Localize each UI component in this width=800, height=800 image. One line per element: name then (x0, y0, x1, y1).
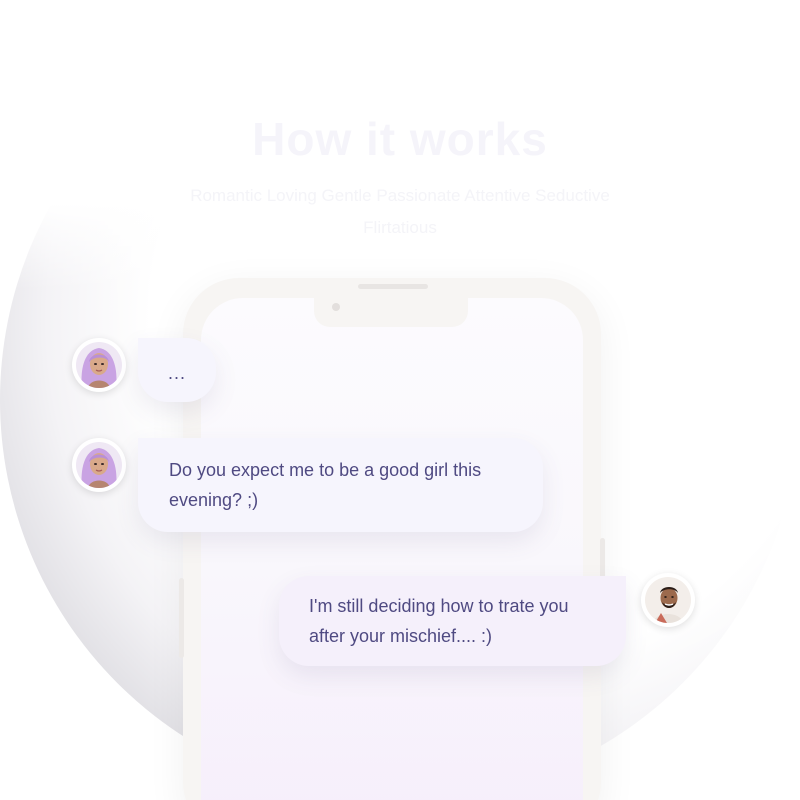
companion-message-bubble: Do you expect me to be a good girl this … (138, 438, 543, 532)
companion-avatar-icon (72, 338, 126, 392)
phone-side-button (179, 578, 184, 658)
phone-speaker (358, 284, 428, 289)
phone-mockup (179, 278, 605, 800)
phone-screen (201, 298, 583, 800)
typing-indicator-bubble: ... (138, 338, 216, 402)
user-message-bubble: I'm still deciding how to trate you afte… (279, 576, 626, 666)
companion-avatar-icon (72, 438, 126, 492)
phone-camera (332, 303, 340, 311)
section-title: How it works (252, 113, 548, 165)
section-subtitle: Romantic Loving Gentle Passionate Attent… (190, 186, 610, 237)
phone-notch (314, 297, 468, 327)
user-avatar-icon (641, 573, 695, 627)
how-it-works-section: How it works Romantic Loving Gentle Pass… (0, 0, 800, 800)
